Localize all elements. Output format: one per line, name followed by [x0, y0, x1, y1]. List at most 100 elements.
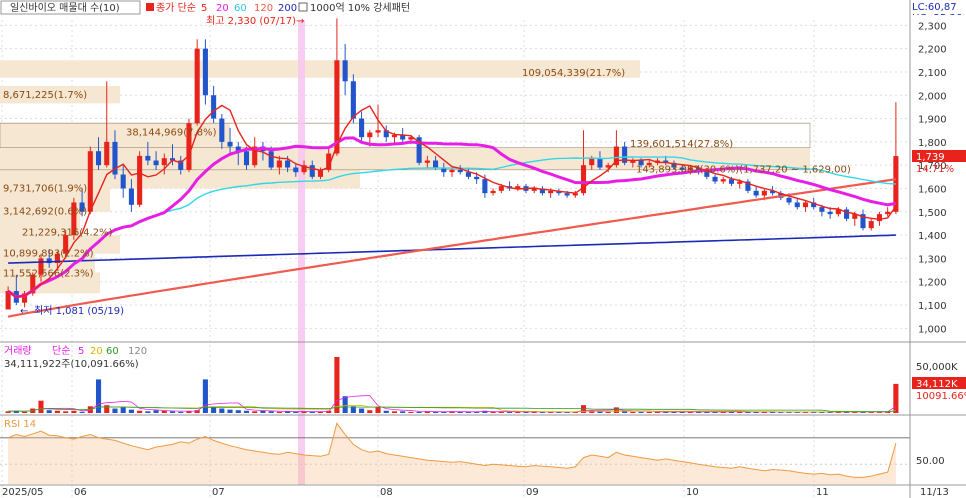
candle-body [145, 155, 151, 161]
volume-bar [334, 357, 340, 413]
candle-body [753, 190, 759, 196]
candle-body [211, 95, 217, 119]
candle-body [268, 151, 274, 168]
candle-body [819, 207, 825, 212]
volume-bar [613, 407, 619, 413]
candle-body [794, 202, 800, 208]
profile-label: 11,552,566(2.3%) [3, 268, 94, 279]
stock-chart[interactable]: 109,054,339(21.7%) 8,671,225(1.7%) 38,144,… [0, 0, 966, 498]
volume-bar [276, 411, 282, 413]
x-tick-label: 11/13 [920, 487, 949, 498]
volume-bar [342, 396, 348, 413]
candle-body [474, 176, 480, 180]
x-tick-label: 09 [526, 487, 539, 498]
price-tick-label: 1,600 [918, 184, 947, 195]
candle-body [87, 151, 93, 212]
volume-bar [391, 411, 398, 413]
candle-body [482, 179, 488, 194]
volume-legend-prefix: 단순 [52, 345, 70, 357]
candle-body [128, 188, 134, 205]
candle-body [391, 134, 398, 138]
ma5-period: 5 [201, 3, 207, 14]
ma60-period: 60 [234, 3, 247, 14]
candle-body [449, 169, 455, 173]
candle-body [457, 169, 463, 173]
header-note: 1000억 10% 강세패턴 [310, 2, 410, 14]
volume-bar [235, 410, 241, 413]
candle-body [786, 197, 792, 203]
x-tick-label: 2025/05 [2, 487, 44, 498]
candle-body [728, 179, 735, 184]
vol-ma120-period: 120 [128, 346, 147, 357]
volume-bar [71, 410, 77, 413]
candle-body [876, 214, 882, 222]
volume-bar [243, 410, 250, 413]
candle-body [153, 160, 159, 166]
profile-label: 9,731,706(1.9%) [3, 183, 87, 194]
vol-ma5-period: 5 [78, 346, 84, 357]
price-tick-label: 1,200 [918, 278, 947, 289]
price-tick-label: 1,900 [918, 115, 947, 126]
candle-body [227, 141, 233, 147]
volume-bar [153, 410, 159, 413]
volume-bar [120, 407, 126, 413]
candle-body [548, 190, 554, 194]
low-arrow: ← [20, 306, 28, 317]
legend-prefix: 종가 단순 [156, 2, 196, 14]
candle-body [309, 165, 315, 177]
high-annotation: 최고 2,330 (07/17) [206, 15, 296, 27]
current-change: 14.71% [916, 164, 954, 175]
candle-body [802, 202, 809, 208]
rsi-title: RSI 14 [4, 419, 36, 430]
note-checkbox[interactable] [298, 2, 308, 12]
candle-body [243, 151, 250, 166]
price-tick-label: 2,200 [918, 45, 947, 56]
candle-body [194, 48, 200, 124]
volume-bar [359, 408, 365, 413]
price-tick-label: 1,100 [918, 301, 947, 312]
volume-bar [161, 410, 167, 413]
candle-body [885, 211, 891, 215]
volume-bar [211, 407, 217, 413]
volume-bar [367, 410, 373, 413]
high-arrow: → [296, 16, 304, 27]
volume-bar [202, 379, 208, 413]
volume-bar [46, 410, 52, 413]
profile-label: 3,142,692(0.6%) [3, 207, 87, 218]
candle-body [285, 160, 291, 168]
profile-label: 10,899,893(2.2%) [3, 249, 94, 260]
profile-label: 109,054,339(21.7%) [522, 68, 625, 79]
candle-body [498, 186, 504, 191]
rsi-axis-label: 50.00 [916, 456, 945, 467]
candle-body [120, 174, 126, 189]
volume-bar [268, 411, 274, 413]
candle-body [342, 60, 348, 82]
volume-bar [79, 411, 85, 413]
candle-body [433, 160, 439, 168]
volume-bar [219, 408, 225, 413]
candle-body [350, 81, 356, 119]
price-axis: 2,3002,2002,1002,0001,9001,8001,7001,600… [910, 15, 966, 345]
candle-body [868, 221, 874, 229]
volume-bar [145, 411, 151, 413]
x-tick-label: 08 [380, 487, 393, 498]
legend-swatch [146, 3, 154, 11]
volume-bar [400, 411, 406, 413]
current-price: 1,739 [916, 152, 945, 163]
profile-label: 21,229,316(4.2%) [22, 228, 113, 239]
candle-body [367, 132, 373, 138]
volume-bar [893, 383, 899, 413]
volume-bar [22, 411, 28, 413]
volume-current: 34,112K [916, 379, 958, 390]
candle-body [375, 130, 381, 133]
x-tick-label: 07 [212, 487, 225, 498]
volume-axis-label: 50,000K [916, 362, 958, 373]
volume-bar [112, 408, 118, 413]
candle-body [219, 118, 225, 142]
candle-body [720, 179, 726, 182]
candle-body [597, 158, 603, 168]
volume-bar [383, 410, 389, 413]
volume-bar [137, 410, 143, 413]
candle-body [761, 190, 767, 196]
candle-body [161, 158, 167, 166]
